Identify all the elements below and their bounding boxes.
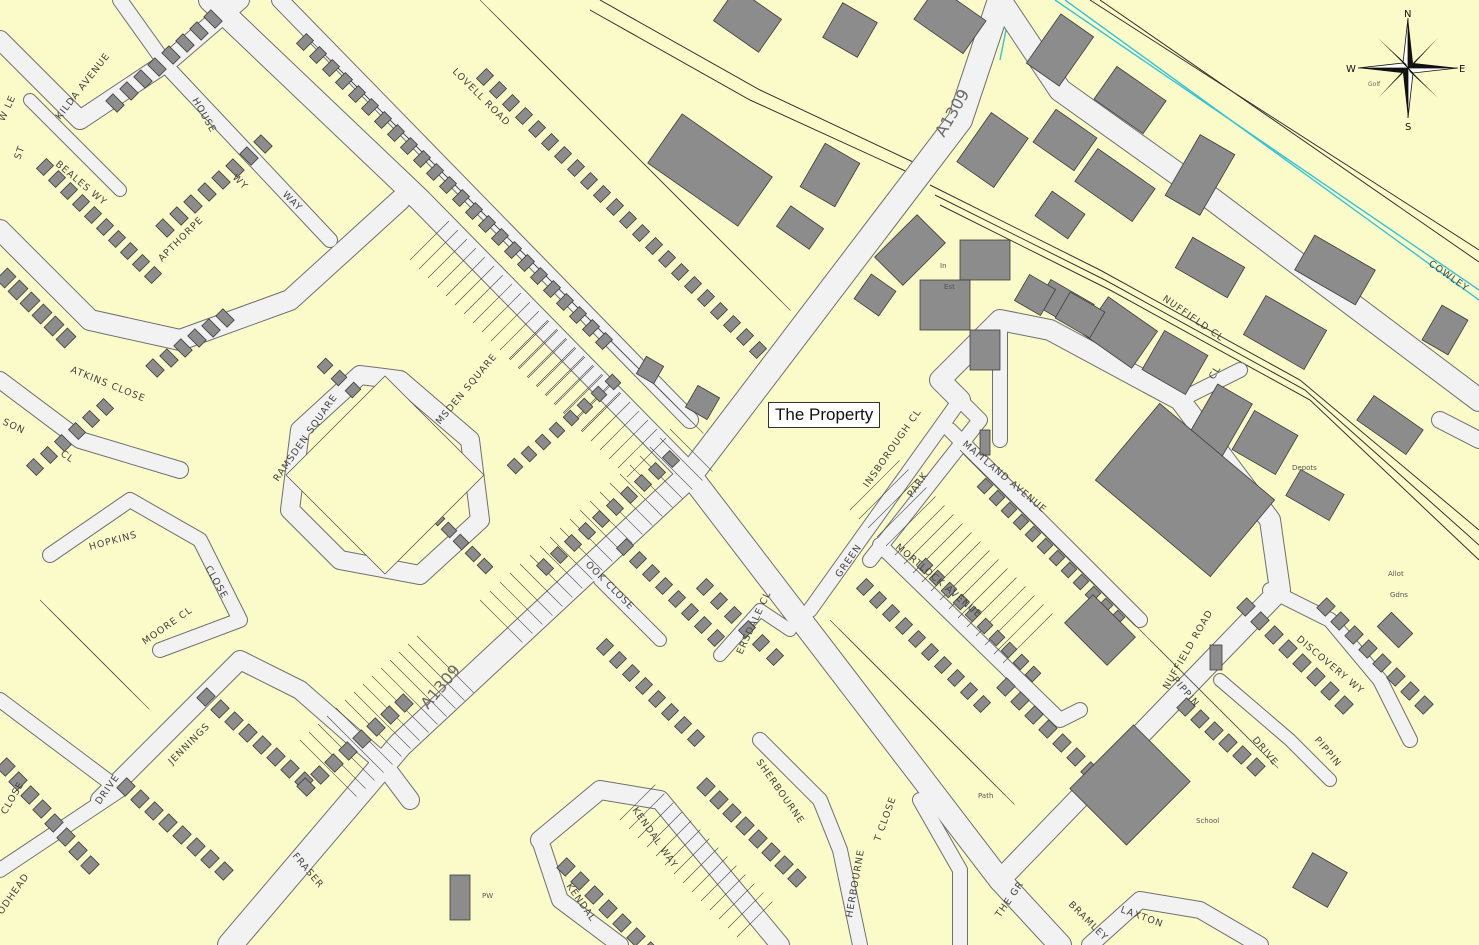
area-label-path: Path [978,792,993,800]
area-label-pw: PW [482,892,493,900]
area-label-allot: Allot [1388,570,1404,578]
ordnance-map[interactable]: KILDA AVENUE LOVELL ROAD RAMSDEN SQUARE … [0,0,1479,945]
compass-w: W [1346,64,1356,75]
compass-rose: N S E W Golf [1346,9,1465,130]
compass-s: S [1405,122,1411,130]
area-label-in: In [940,262,947,270]
compass-n: N [1404,9,1411,20]
property-callout[interactable]: The Property [768,402,881,428]
area-label-school: School [1196,817,1219,825]
map-background [0,0,1479,945]
compass-star-icon [1357,17,1459,119]
area-label-est: Est [944,283,955,291]
compass-overlay-text: Golf [1368,81,1381,88]
area-label-gdns: Gdns [1390,591,1408,599]
area-label-depots: Depots [1292,464,1317,472]
compass-e: E [1459,64,1465,75]
